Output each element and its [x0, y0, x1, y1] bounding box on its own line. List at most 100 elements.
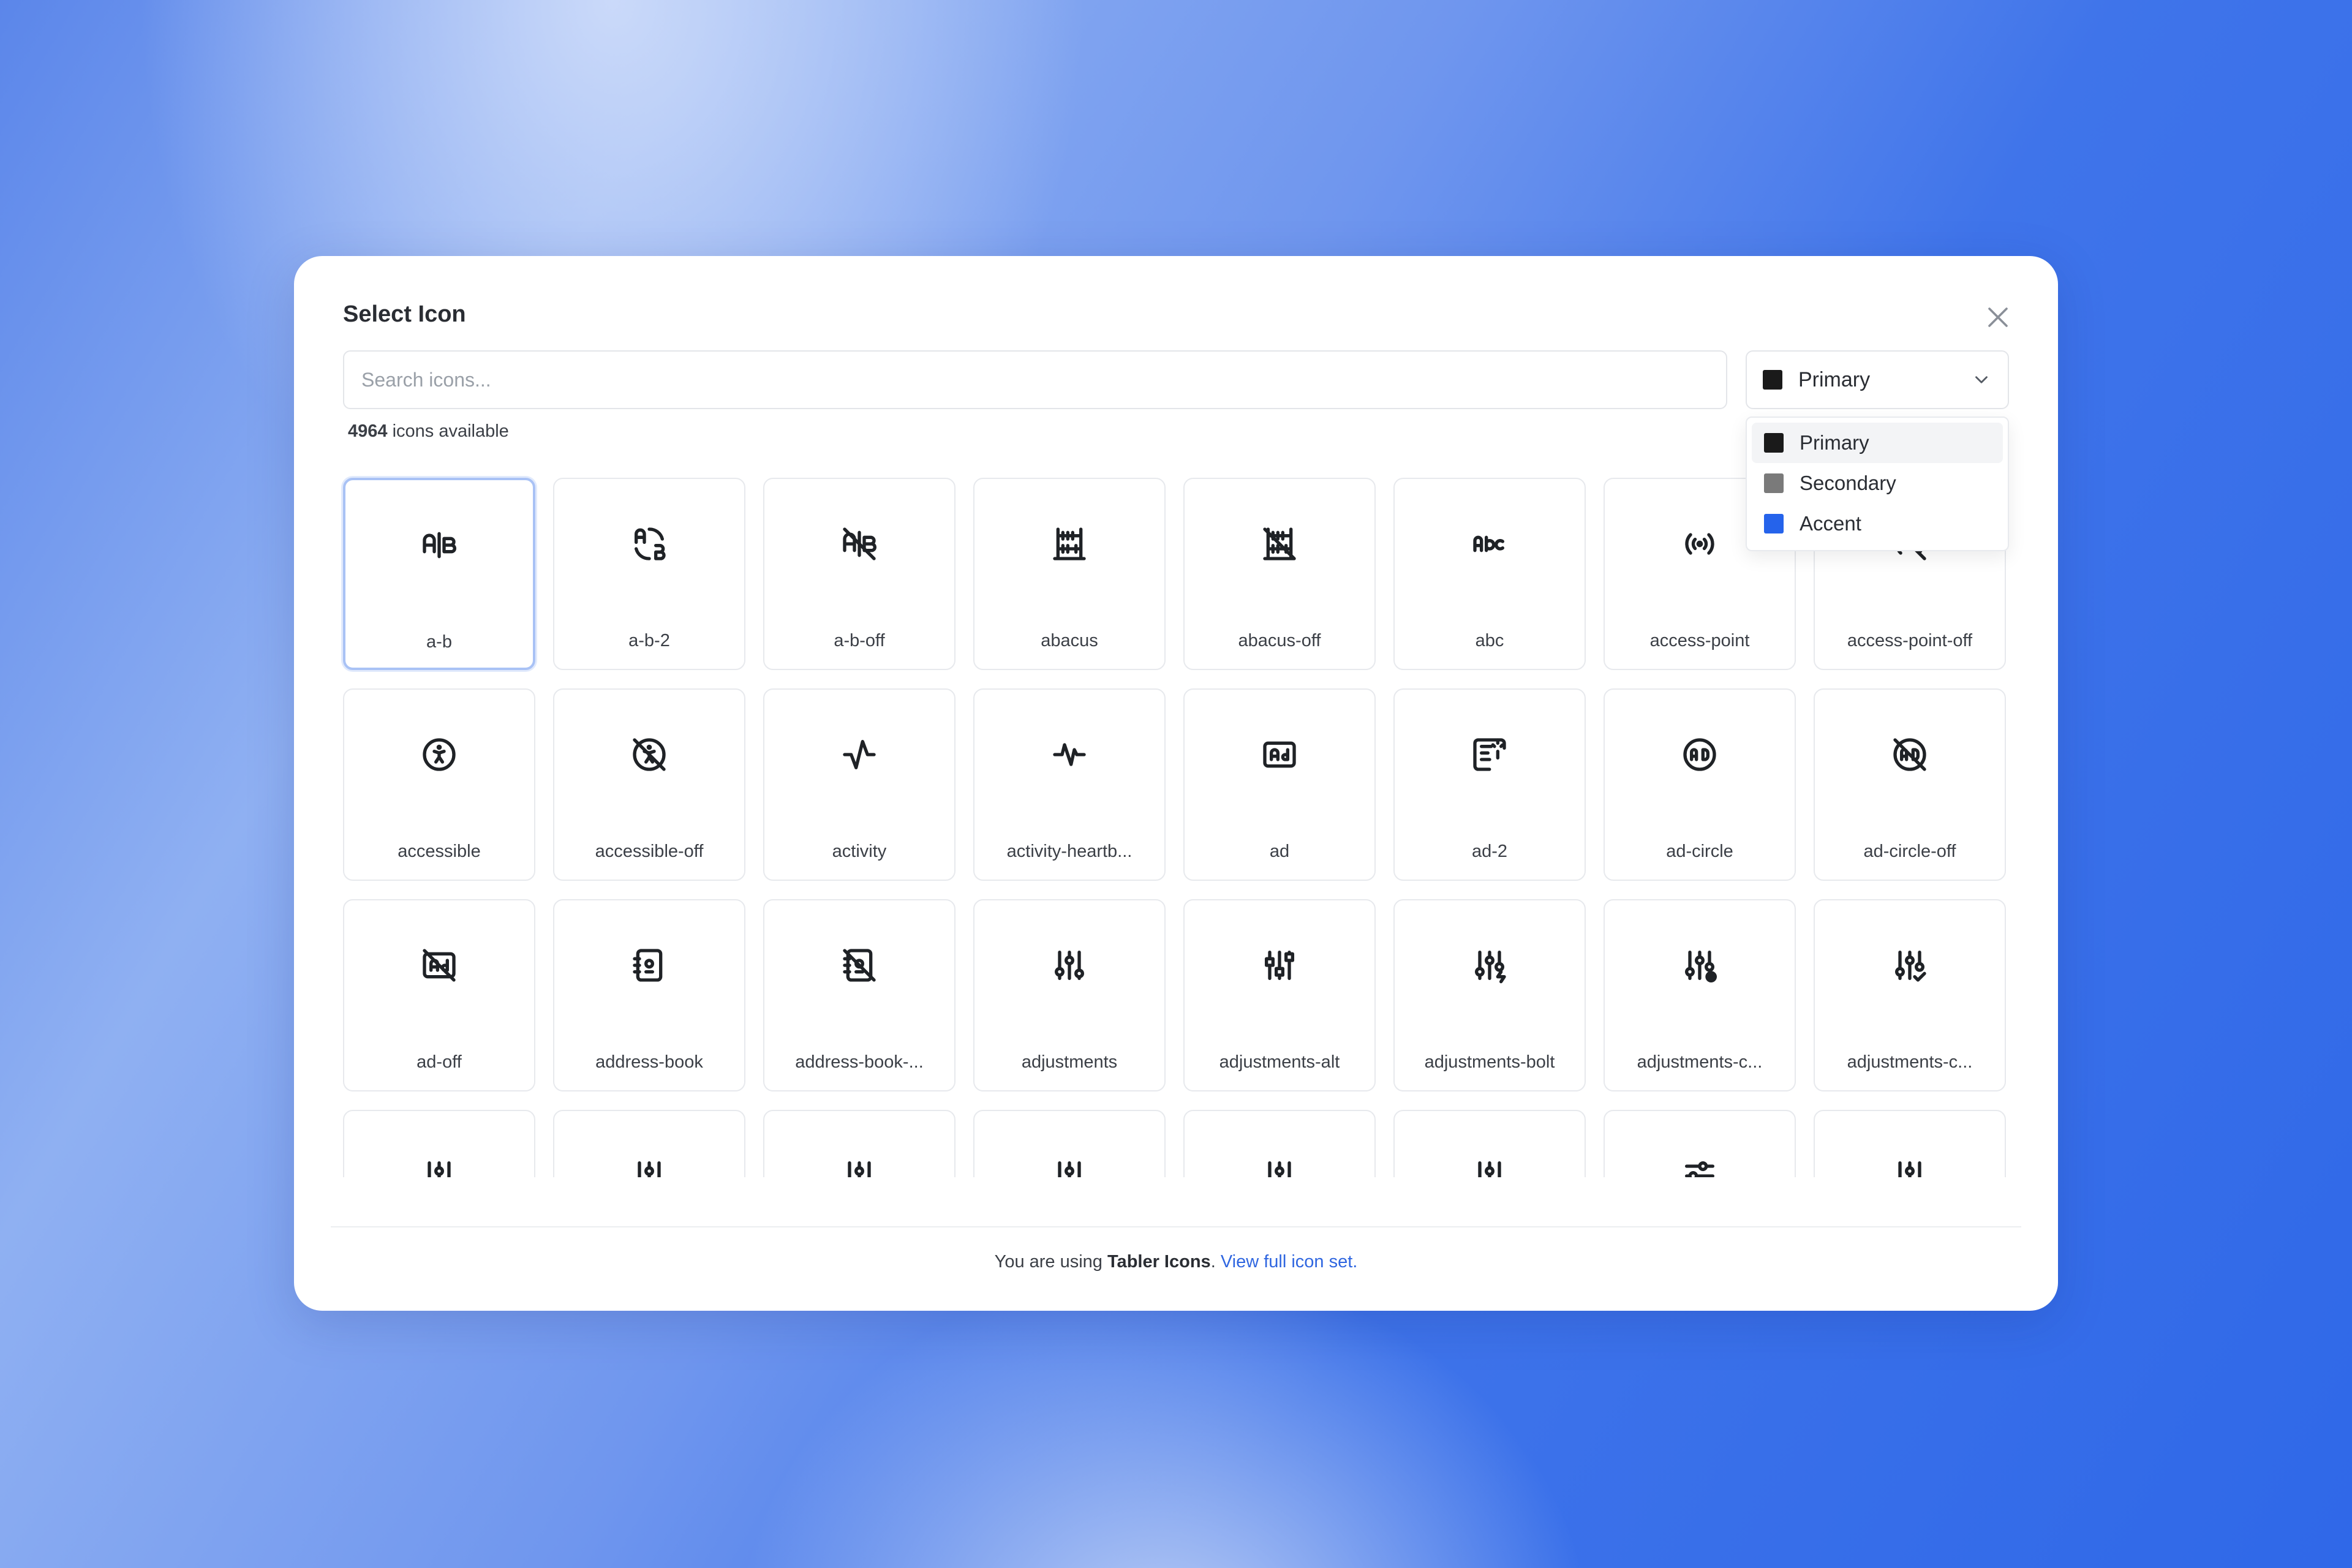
icon-card-label: adjustments: [1021, 1052, 1118, 1072]
ad-off-icon: [420, 946, 459, 985]
icon-card-label: accessible-off: [595, 842, 704, 861]
color-swatch: [1764, 514, 1784, 533]
icon-card[interactable]: activity: [763, 688, 956, 881]
icon-card[interactable]: a-b: [343, 478, 535, 670]
ad-circle-icon: [1680, 735, 1719, 774]
icon-card[interactable]: [1393, 1110, 1586, 1177]
footer: You are using Tabler Icons. View full ic…: [294, 1252, 2058, 1272]
adjustments-icon: [840, 1156, 879, 1177]
color-swatch: [1763, 370, 1782, 390]
icon-card[interactable]: [1183, 1110, 1376, 1177]
icon-card-label: access-point: [1649, 631, 1750, 650]
icon-card[interactable]: a-b-2: [553, 478, 745, 670]
adjustments-icon: [1470, 1156, 1509, 1177]
icon-card[interactable]: adjustments-c...: [1814, 899, 2006, 1091]
icon-card[interactable]: [1604, 1110, 1796, 1177]
search-input[interactable]: [343, 350, 1727, 409]
icon-card-label: activity: [832, 842, 887, 861]
ad-2-icon: [1470, 735, 1509, 774]
icon-card-label: abacus: [1041, 631, 1098, 650]
adjustments-icon: [630, 1156, 669, 1177]
abc-icon: [1470, 524, 1509, 564]
adjustments-icon: [1050, 946, 1089, 985]
footer-brand: Tabler Icons: [1107, 1252, 1211, 1272]
icon-card[interactable]: adjustments: [973, 899, 1166, 1091]
chevron-down-icon: [1975, 376, 1988, 383]
color-select[interactable]: Primary: [1746, 350, 2009, 409]
icon-grid-scroll[interactable]: a-b a-b-2 a-b-off abacus abacus-off abc access…: [341, 475, 2016, 1177]
color-option-accent[interactable]: Accent: [1752, 503, 2003, 544]
icon-card[interactable]: ad: [1183, 688, 1376, 881]
icon-count: 4964 icons available: [348, 421, 509, 442]
icon-card-label: abc: [1475, 631, 1504, 650]
adjustments-bolt-icon: [1470, 946, 1509, 985]
icon-card[interactable]: a-b-off: [763, 478, 956, 670]
address-book-off-icon: [840, 946, 879, 985]
icon-card-label: ad-circle-off: [1863, 842, 1956, 861]
icon-card-label: a-b-off: [834, 631, 885, 650]
icon-card[interactable]: address-book-...: [763, 899, 956, 1091]
icon-card[interactable]: accessible: [343, 688, 535, 881]
ad-icon: [1260, 735, 1299, 774]
icon-card-label: address-book: [595, 1052, 703, 1072]
icon-card[interactable]: ad-circle: [1604, 688, 1796, 881]
adjustments-icon: [420, 1156, 459, 1177]
adjustments-cancel-icon: [1680, 946, 1719, 985]
icon-card-label: ad: [1269, 842, 1290, 861]
icon-card-label: adjustments-alt: [1219, 1052, 1340, 1072]
icon-card[interactable]: ad-off: [343, 899, 535, 1091]
color-select-value: Primary: [1798, 368, 1871, 391]
icon-card[interactable]: adjustments-c...: [1604, 899, 1796, 1091]
abacus-off-icon: [1260, 524, 1299, 564]
icon-card[interactable]: abc: [1393, 478, 1586, 670]
a-b-2-icon: [630, 524, 669, 564]
icon-card-label: ad-circle: [1666, 842, 1733, 861]
icon-card[interactable]: [343, 1110, 535, 1177]
icon-card-label: access-point-off: [1847, 631, 1973, 650]
icon-card[interactable]: activity-heartb...: [973, 688, 1166, 881]
icon-card-label: abacus-off: [1238, 631, 1321, 650]
view-full-icon-set-link[interactable]: View full icon set.: [1221, 1252, 1358, 1272]
color-option-label: Primary: [1800, 431, 1869, 454]
address-book-icon: [630, 946, 669, 985]
icon-card[interactable]: ad-circle-off: [1814, 688, 2006, 881]
color-option-secondary[interactable]: Secondary: [1752, 463, 2003, 503]
icon-card[interactable]: ad-2: [1393, 688, 1586, 881]
icon-card-label: adjustments-c...: [1847, 1052, 1973, 1072]
adjustments-alt-icon: [1260, 946, 1299, 985]
color-swatch: [1764, 473, 1784, 493]
icon-grid: a-b a-b-2 a-b-off abacus abacus-off abc access…: [341, 475, 2016, 1177]
icon-card-label: adjustments-bolt: [1424, 1052, 1555, 1072]
icon-card[interactable]: adjustments-alt: [1183, 899, 1376, 1091]
icon-card[interactable]: address-book: [553, 899, 745, 1091]
color-dropdown-menu: Primary Secondary Accent: [1746, 417, 2009, 551]
adjustments-icon: [1890, 1156, 1929, 1177]
icon-card-label: adjustments-c...: [1637, 1052, 1763, 1072]
close-button[interactable]: [1983, 303, 2013, 332]
icon-card[interactable]: [973, 1110, 1166, 1177]
footer-prefix: You are using: [994, 1252, 1107, 1272]
adjustments-horizontal-icon: [1680, 1156, 1719, 1177]
color-option-primary[interactable]: Primary: [1752, 423, 2003, 463]
icon-card-label: activity-heartb...: [1006, 842, 1133, 861]
icon-card[interactable]: accessible-off: [553, 688, 745, 881]
dialog-title: Select Icon: [343, 301, 466, 327]
icon-card[interactable]: [1814, 1110, 2006, 1177]
icon-card[interactable]: adjustments-bolt: [1393, 899, 1586, 1091]
ad-circle-off-icon: [1890, 735, 1929, 774]
abacus-icon: [1050, 524, 1089, 564]
activity-heartbeat-icon: [1050, 735, 1089, 774]
icon-card[interactable]: [553, 1110, 745, 1177]
icon-card[interactable]: abacus-off: [1183, 478, 1376, 670]
color-option-label: Secondary: [1800, 472, 1896, 494]
icon-card-label: ad-off: [417, 1052, 462, 1072]
accessible-off-icon: [630, 735, 669, 774]
icon-card-label: ad-2: [1471, 842, 1508, 861]
icon-card[interactable]: [763, 1110, 956, 1177]
accessible-icon: [420, 735, 459, 774]
a-b-icon: [420, 526, 459, 565]
adjustments-check-icon: [1890, 946, 1929, 985]
icon-card[interactable]: abacus: [973, 478, 1166, 670]
icon-count-number: 4964: [348, 421, 388, 441]
access-point-icon: [1680, 524, 1719, 564]
